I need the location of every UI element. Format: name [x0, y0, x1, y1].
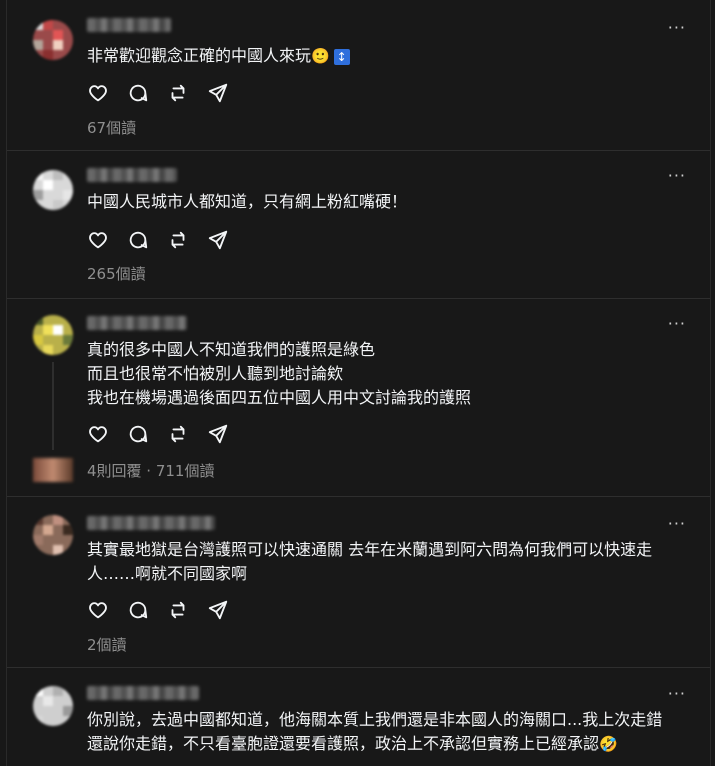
username-blurred[interactable]	[87, 168, 177, 182]
post-text: 其實最地獄是台灣護照可以快速通關 去年在米蘭遇到阿六問為何我們可以快速走 人………	[87, 538, 687, 586]
post-stats[interactable]: 265個讀	[87, 263, 146, 284]
divider	[7, 667, 710, 668]
laughing-emoji-icon: 🤣	[599, 735, 618, 753]
post-line: 非常歡迎觀念正確的中國人來玩	[87, 46, 312, 65]
post-line: 我也在機場遇過後面四五位中國人用中文討論我的護照	[87, 388, 472, 407]
repost-icon[interactable]	[167, 599, 189, 621]
avatar[interactable]	[33, 686, 73, 726]
avatar[interactable]	[33, 170, 73, 210]
comment-icon[interactable]	[127, 599, 149, 621]
post-line: 中國人民城市人都知道，只有網上粉紅嘴硬！	[87, 192, 408, 211]
post-stats[interactable]: 2個讀	[87, 634, 127, 655]
comment-icon[interactable]	[127, 229, 149, 251]
divider	[7, 496, 710, 497]
post-actions	[87, 423, 229, 445]
heart-icon[interactable]	[87, 599, 109, 621]
username-blurred[interactable]	[87, 18, 171, 32]
username-blurred[interactable]	[87, 316, 187, 330]
divider	[7, 298, 710, 299]
post-stats[interactable]: 4則回覆 · 711個讀	[87, 460, 214, 481]
username-blurred[interactable]	[87, 686, 199, 700]
more-options-icon[interactable]: ···	[668, 514, 686, 533]
post-text: 你別說，去過中國都知道，他海關本質上我們還是非本國人的海關口...我上次走錯 還…	[87, 708, 697, 756]
post-actions	[87, 82, 229, 104]
share-icon[interactable]	[207, 82, 229, 104]
post-actions	[87, 229, 229, 251]
heart-icon[interactable]	[87, 229, 109, 251]
post-line: 其實最地獄是台灣護照可以快速通關 去年在米蘭遇到阿六問為何我們可以快速走	[87, 540, 653, 559]
up-down-arrow-icon: ↕	[333, 48, 350, 65]
avatar[interactable]	[33, 20, 73, 60]
avatar[interactable]	[33, 315, 73, 355]
post-text: 真的很多中國人不知道我們的護照是綠色 而且也很常不怕被別人聽到地討論欸 我也在機…	[87, 338, 687, 410]
comment-icon[interactable]	[127, 82, 149, 104]
username-blurred[interactable]	[87, 516, 215, 530]
heart-icon[interactable]	[87, 82, 109, 104]
reply-avatars[interactable]	[33, 458, 73, 482]
post-stats[interactable]: 67個讀	[87, 117, 136, 138]
share-icon[interactable]	[207, 423, 229, 445]
more-options-icon[interactable]: ···	[668, 166, 686, 185]
thread-feed: ··· 非常歡迎觀念正確的中國人來玩🙂 ↕ 67個讀 ··· 中國人民城市人都知道…	[6, 0, 711, 766]
avatar[interactable]	[33, 515, 73, 555]
comment-icon[interactable]	[127, 423, 149, 445]
post-actions	[87, 599, 229, 621]
more-options-icon[interactable]: ···	[668, 314, 686, 333]
post-line: 真的很多中國人不知道我們的護照是綠色	[87, 340, 376, 359]
repost-icon[interactable]	[167, 423, 189, 445]
post-line: 人……啊就不同國家啊	[87, 564, 248, 583]
repost-icon[interactable]	[167, 229, 189, 251]
more-options-icon[interactable]: ···	[668, 18, 686, 37]
post-text: 中國人民城市人都知道，只有網上粉紅嘴硬！	[87, 190, 687, 214]
post-text: 非常歡迎觀念正確的中國人來玩🙂 ↕	[87, 44, 687, 68]
more-options-icon[interactable]: ···	[668, 684, 686, 703]
thread-line	[52, 362, 54, 450]
divider	[7, 150, 710, 151]
post-line: 你別說，去過中國都知道，他海關本質上我們還是非本國人的海關口...我上次走錯	[87, 710, 663, 729]
smile-emoji-icon: 🙂	[311, 47, 330, 65]
post-line: 而且也很常不怕被別人聽到地討論欸	[87, 364, 344, 383]
heart-icon[interactable]	[87, 423, 109, 445]
share-icon[interactable]	[207, 229, 229, 251]
share-icon[interactable]	[207, 599, 229, 621]
repost-icon[interactable]	[167, 82, 189, 104]
post-line: 還說你走錯，不只看臺胞證還要看護照，政治上不承認但實務上已經承認	[87, 734, 600, 753]
